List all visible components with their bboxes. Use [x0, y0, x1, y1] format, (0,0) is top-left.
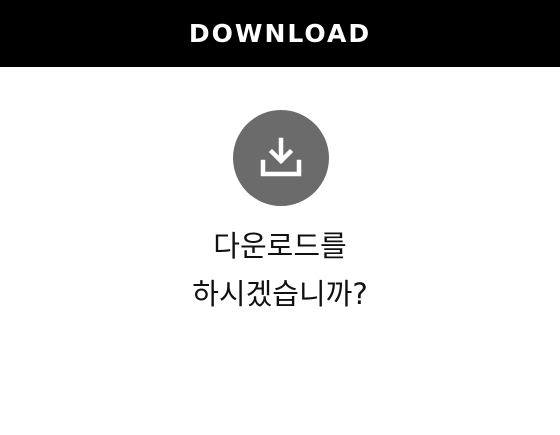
download-button[interactable]: [233, 110, 329, 206]
message-line-2: 하시겠습니까?: [192, 277, 368, 311]
download-dialog: DOWNLOAD 다운로드를 하시겠습니까?: [0, 0, 560, 435]
dialog-header: DOWNLOAD: [0, 0, 560, 67]
dialog-title: DOWNLOAD: [188, 19, 372, 48]
download-icon: [259, 136, 303, 180]
message-line-1: 다운로드를: [213, 229, 347, 263]
confirm-message: 다운로드를 하시겠습니까?: [0, 222, 560, 318]
